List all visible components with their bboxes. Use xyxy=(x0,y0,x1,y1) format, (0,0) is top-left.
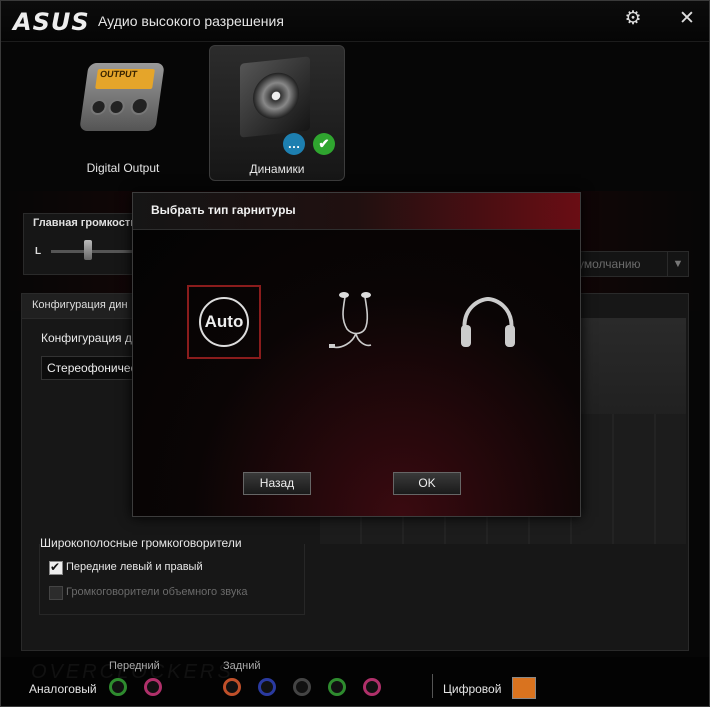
dialog-title: Выбрать тип гарнитуры xyxy=(151,203,296,217)
knob-icon xyxy=(89,99,108,115)
chat-icon: … xyxy=(283,133,305,155)
analog-label: Аналоговый xyxy=(29,682,97,696)
headphones-icon xyxy=(461,296,515,347)
tab-speaker-config[interactable]: Конфигурация дин xyxy=(22,294,134,319)
window-title: Аудио высокого разрешения xyxy=(98,13,284,29)
front-speakers-checkbox[interactable] xyxy=(49,560,63,575)
volume-slider-thumb[interactable] xyxy=(84,240,92,260)
surround-speakers-checkbox[interactable] xyxy=(49,586,63,600)
surround-speakers-label: Громкоговорители объемного звука xyxy=(66,586,248,598)
dialog-header: Выбрать тип гарнитуры xyxy=(133,193,580,230)
headset-type-dialog: Выбрать тип гарнитуры Auto Назад OK xyxy=(132,192,581,517)
knob-icon xyxy=(129,97,150,115)
wideband-group xyxy=(39,544,305,615)
chevron-down-icon[interactable]: ▼ xyxy=(667,252,688,276)
speaker-cone xyxy=(253,70,299,122)
check-icon: ✔ xyxy=(313,133,335,155)
ok-button[interactable]: OK xyxy=(393,472,461,495)
main-volume-title: Главная громкость xyxy=(33,217,138,229)
asus-logo: ASUS xyxy=(13,8,90,36)
device-label: Digital Output xyxy=(86,161,160,175)
jack-rear-pink[interactable] xyxy=(363,678,381,696)
device-label: Динамики xyxy=(249,162,305,176)
headset-option-auto[interactable]: Auto xyxy=(187,285,261,359)
digital-output-icon: OUTPUT xyxy=(79,63,165,131)
knob-icon xyxy=(107,99,126,115)
device-digital-output[interactable]: OUTPUT Digital Output xyxy=(56,45,190,179)
speaker-icon xyxy=(240,56,310,138)
headset-option-headphones[interactable] xyxy=(451,285,525,359)
jack-rear-green[interactable] xyxy=(328,678,346,696)
jack-rear-black[interactable] xyxy=(293,678,311,696)
earphones-icon xyxy=(329,292,372,349)
auto-icon: Auto xyxy=(199,297,249,347)
speaker-config-select[interactable]: Стереофоничес xyxy=(41,356,137,380)
gear-icon[interactable]: ⚙ xyxy=(623,9,643,29)
back-button[interactable]: Назад xyxy=(243,472,311,495)
title-bar: ASUS Аудио высокого разрешения ⚙ ✕ xyxy=(1,1,709,42)
jack-rear-blue[interactable] xyxy=(258,678,276,696)
close-icon[interactable]: ✕ xyxy=(677,9,697,29)
digital-output-jack-icon[interactable] xyxy=(512,677,536,699)
device-speakers[interactable]: … ✔ Динамики xyxy=(209,45,345,181)
config-label: Конфигурация д xyxy=(41,331,132,345)
divider xyxy=(432,674,433,698)
app-window: ASUS Аудио высокого разрешения ⚙ ✕ OUTPU… xyxy=(0,0,710,707)
headset-option-earphones[interactable] xyxy=(319,285,393,359)
volume-left-label: L xyxy=(35,246,42,257)
main-volume-panel: Главная громкость L xyxy=(23,213,138,275)
digital-label: Цифровой xyxy=(443,682,502,696)
front-speakers-label: Передние левый и правый xyxy=(66,561,203,573)
watermark: OVERCLOCKERS xyxy=(31,661,234,683)
dialog-body xyxy=(133,230,580,516)
tab-label: Конфигурация дин xyxy=(32,299,128,311)
select-value: Стереофоничес xyxy=(47,361,137,375)
device-screen-text: OUTPUT xyxy=(95,69,155,89)
volume-slider-track[interactable] xyxy=(51,250,133,253)
